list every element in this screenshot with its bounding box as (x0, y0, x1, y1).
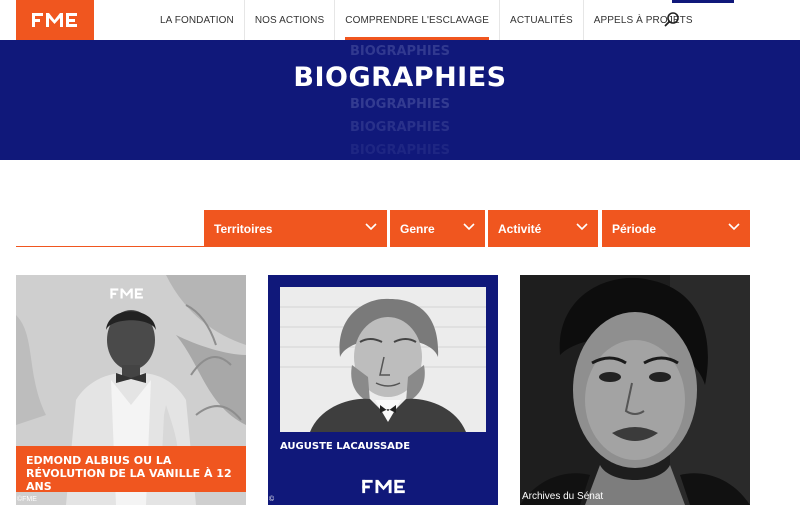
search-icon (664, 12, 679, 27)
image-credit: Archives du Sénat (522, 491, 604, 502)
nav-appels-a-projets[interactable]: APPELS À PROJETS (584, 0, 703, 40)
image-credit: ©FME (17, 496, 37, 503)
fme-logo-mark (32, 13, 77, 27)
image-credit: © (269, 496, 275, 503)
chevron-down-icon (365, 223, 377, 231)
chevron-down-icon (463, 223, 475, 231)
filter-territoires[interactable]: Territoires (204, 210, 387, 247)
hero-ghost-text: BIOGRAPHIES (349, 44, 451, 59)
filter-label: Territoires (214, 221, 273, 236)
nav-nos-actions[interactable]: NOS ACTIONS (245, 0, 336, 40)
top-bar: LA FONDATION NOS ACTIONS COMPRENDRE L'ES… (0, 0, 800, 40)
nav-actualites[interactable]: ACTUALITÉS (500, 0, 584, 40)
portrait-frame (280, 287, 486, 432)
fme-logo[interactable] (16, 0, 94, 40)
chevron-down-icon (728, 223, 740, 231)
biography-card-edmond-albius[interactable]: EDMOND ALBIUS OU LA RÉVOLUTION DE LA VAN… (16, 275, 246, 505)
hero-ghost-text: BIOGRAPHIES (349, 120, 451, 135)
filter-periode[interactable]: Période (602, 210, 750, 247)
filter-genre[interactable]: Genre (390, 210, 485, 247)
portrait-image (280, 287, 486, 432)
filter-divider (16, 246, 204, 247)
filter-label: Période (612, 221, 657, 236)
search-button[interactable] (662, 10, 682, 30)
hero-banner: BIOGRAPHIES BIOGRAPHIES BIOGRAPHIES BIOG… (0, 40, 800, 160)
hero-ghost-text: BIOGRAPHIES (349, 143, 451, 158)
biography-card-auguste-lacaussade[interactable]: AUGUSTE LACAUSSADE © (268, 275, 498, 505)
portrait-image (520, 275, 750, 505)
nav-comprendre-esclavage[interactable]: COMPRENDRE L'ESCLAVAGE (335, 0, 501, 40)
top-accent-line (672, 0, 734, 3)
filter-activite[interactable]: Activité (488, 210, 598, 247)
fme-watermark-icon (362, 479, 405, 494)
page-title: BIOGRAPHIES (293, 62, 507, 93)
hero-ghost-text: BIOGRAPHIES (349, 97, 451, 112)
card-title: AUGUSTE LACAUSSADE (280, 441, 411, 452)
nav-la-fondation[interactable]: LA FONDATION (150, 0, 245, 40)
fme-watermark-icon (110, 288, 143, 299)
main-nav: LA FONDATION NOS ACTIONS COMPRENDRE L'ES… (150, 0, 703, 40)
chevron-down-icon (576, 223, 588, 231)
card-title: EDMOND ALBIUS OU LA RÉVOLUTION DE LA VAN… (16, 446, 246, 493)
filter-label: Activité (498, 221, 542, 236)
biography-card-archives-senat[interactable]: Archives du Sénat (520, 275, 750, 505)
filter-label: Genre (400, 221, 435, 236)
